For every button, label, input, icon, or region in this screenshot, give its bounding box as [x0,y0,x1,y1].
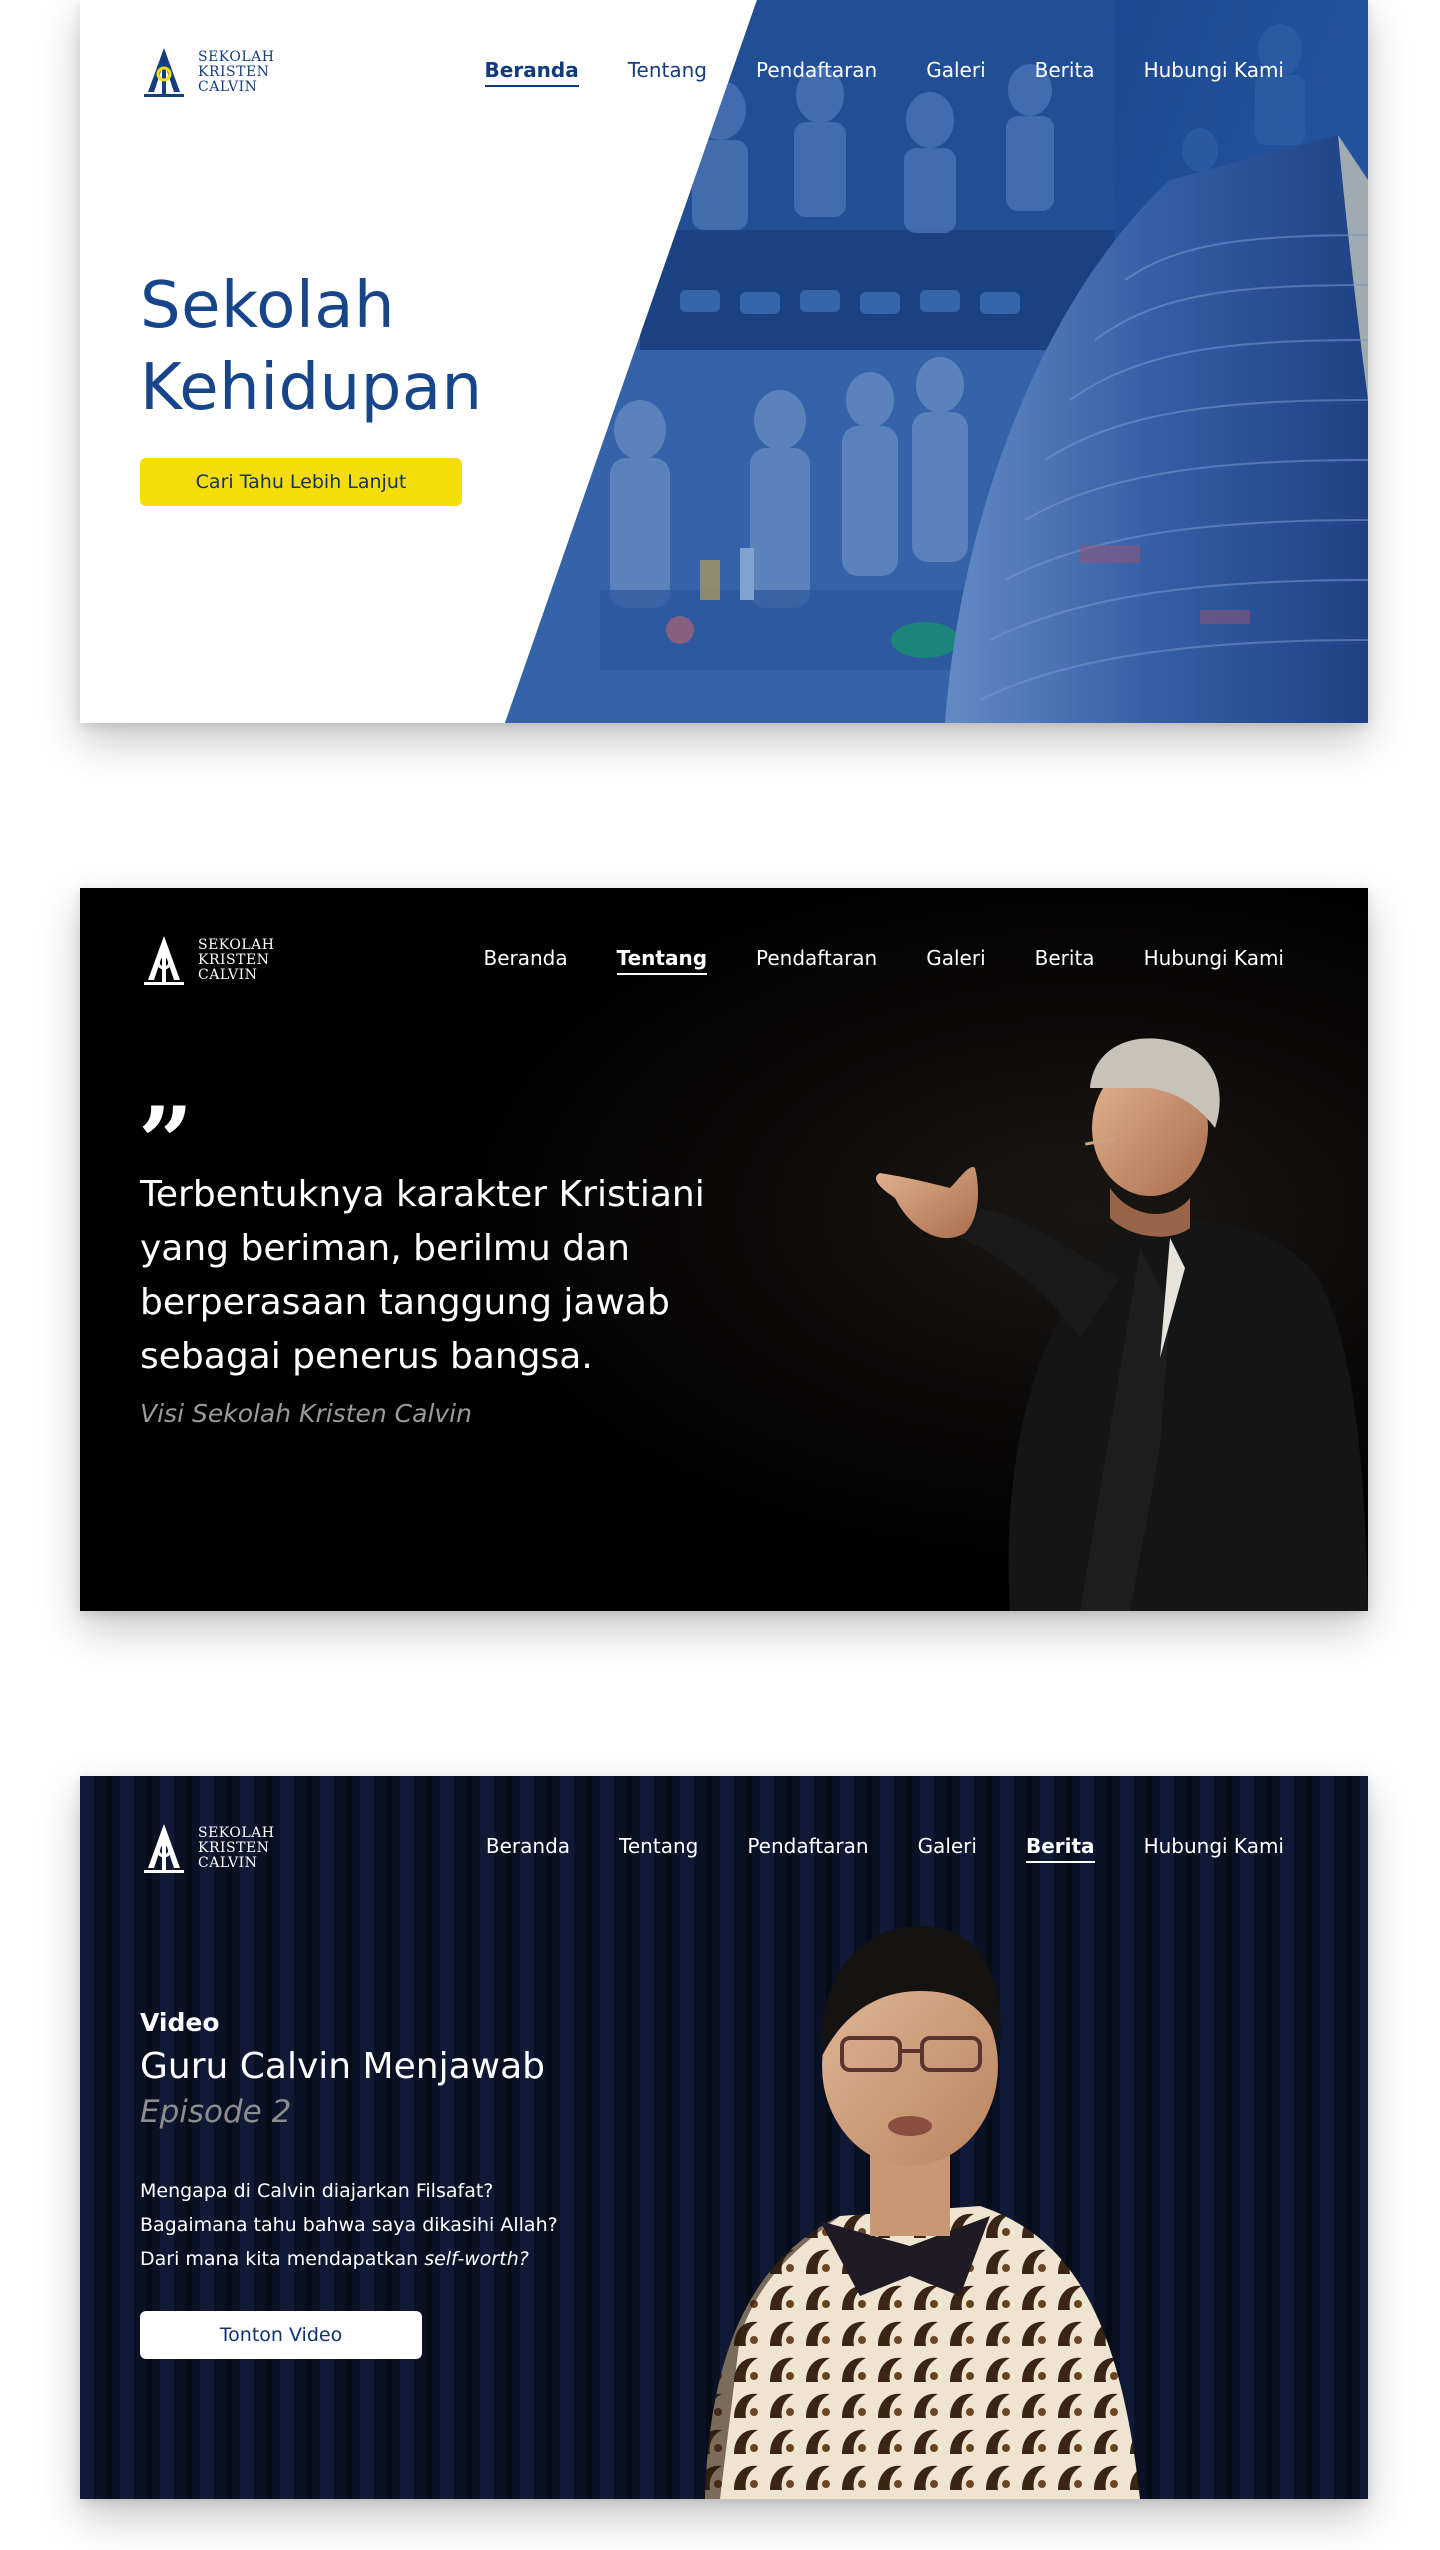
calvin-crest-icon [144,1824,184,1873]
calvin-crest-icon [144,48,184,97]
school-name: SEKOLAH KRISTEN CALVIN [198,936,275,983]
school-logo[interactable]: SEKOLAH KRISTEN CALVIN [140,1820,275,1876]
video-label: Video [140,2008,220,2037]
nav-berita[interactable]: Berita [1035,946,1095,975]
school-name: SEKOLAH KRISTEN CALVIN [198,48,275,95]
hero-slide-beranda: SEKOLAH KRISTEN CALVIN Beranda Tentang P… [80,0,1368,723]
nav-pendaftaran[interactable]: Pendaftaran [747,1834,868,1863]
vision-caption: Visi Sekolah Kristen Calvin [140,1399,472,1428]
school-logo[interactable]: SEKOLAH KRISTEN CALVIN [140,932,275,988]
video-slide-berita: SEKOLAH KRISTEN CALVIN Beranda Tentang P… [80,1776,1368,2499]
nav-beranda[interactable]: Beranda [483,946,567,975]
nav-berita[interactable]: Berita [1035,58,1095,87]
main-nav: Beranda Tentang Pendaftaran Galeri Berit… [486,1834,1284,1863]
watch-video-button[interactable]: Tonton Video [140,2311,422,2359]
nav-beranda[interactable]: Beranda [484,58,579,87]
nav-tentang[interactable]: Tentang [619,1834,698,1863]
nav-hubungi-kami[interactable]: Hubungi Kami [1144,58,1284,87]
nav-hubungi-kami[interactable]: Hubungi Kami [1144,1834,1284,1863]
video-title: Guru Calvin Menjawab [140,2046,545,2087]
nav-hubungi-kami[interactable]: Hubungi Kami [1144,946,1284,975]
video-episode: Episode 2 [140,2094,292,2130]
school-logo[interactable]: SEKOLAH KRISTEN CALVIN [140,44,275,100]
vision-quote: Terbentuknya karakter Kristiani yang ber… [140,1174,705,1377]
learn-more-button[interactable]: Cari Tahu Lebih Lanjut [140,458,462,506]
main-nav: Beranda Tentang Pendaftaran Galeri Berit… [484,58,1284,87]
nav-tentang[interactable]: Tentang [616,946,708,975]
nav-galeri[interactable]: Galeri [926,946,985,975]
nav-berita[interactable]: Berita [1025,1834,1095,1863]
nav-pendaftaran[interactable]: Pendaftaran [756,58,877,87]
nav-galeri[interactable]: Galeri [926,58,985,87]
nav-tentang[interactable]: Tentang [628,58,707,87]
teacher-video-photo [80,1776,1368,2499]
nav-beranda[interactable]: Beranda [486,1834,570,1863]
calvin-crest-icon [144,936,184,985]
main-nav: Beranda Tentang Pendaftaran Galeri Berit… [483,946,1284,975]
hero-title: Sekolah Kehidupan [140,269,483,425]
school-name: SEKOLAH KRISTEN CALVIN [198,1824,275,1871]
nav-pendaftaran[interactable]: Pendaftaran [756,946,877,975]
vision-slide-tentang: SEKOLAH KRISTEN CALVIN Beranda Tentang P… [80,888,1368,1611]
video-description: Mengapa di Calvin diajarkan Filsafat? Ba… [140,2180,558,2270]
nav-galeri[interactable]: Galeri [918,1834,977,1863]
